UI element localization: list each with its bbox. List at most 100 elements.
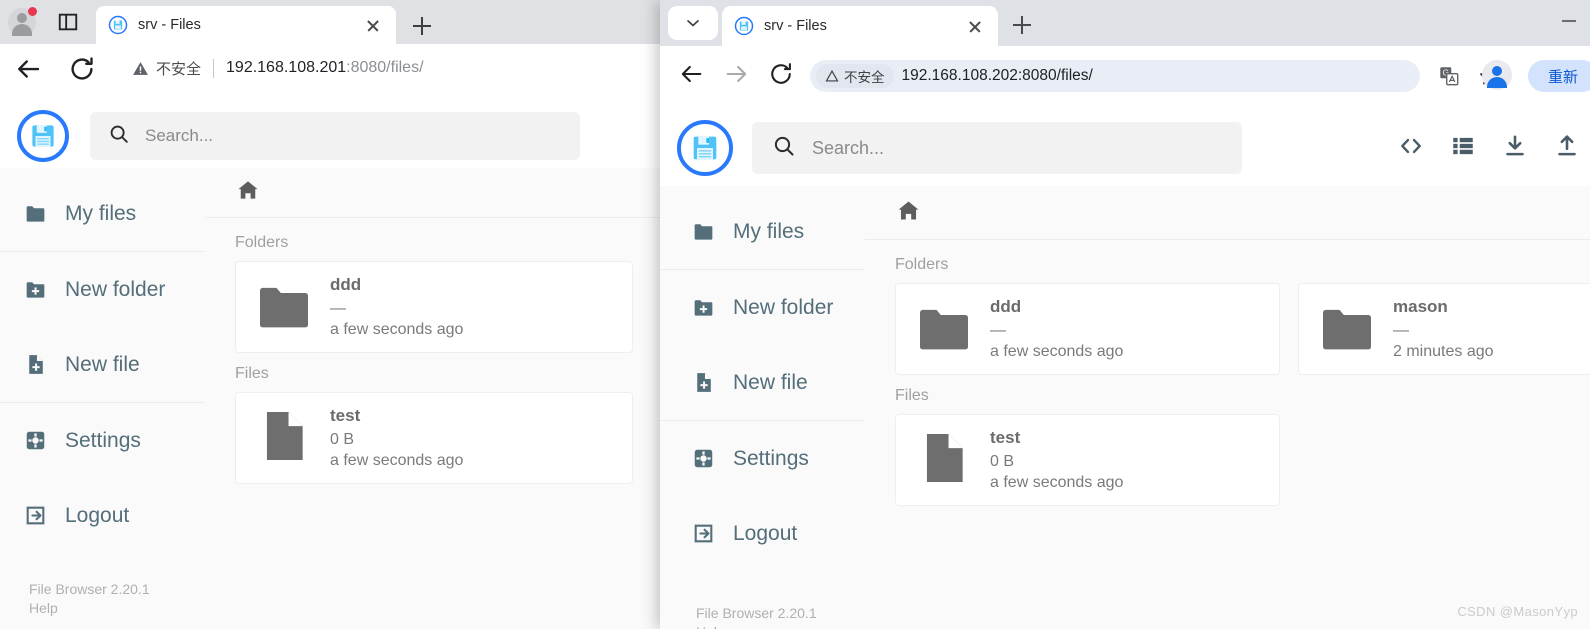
gear-icon xyxy=(22,428,48,454)
left-url-host: 192.168.108.201 xyxy=(226,59,347,76)
csdn-watermark: CSDN @MasonYyp xyxy=(1457,604,1578,619)
update-button[interactable]: 重新 xyxy=(1528,60,1590,92)
file-icon xyxy=(912,426,976,495)
profile-avatar-icon[interactable] xyxy=(1482,60,1512,90)
left-new-tab-button[interactable] xyxy=(408,12,436,40)
left-section-title-folders: Folders xyxy=(235,234,289,251)
folder-icon xyxy=(1315,295,1379,364)
screenshot-stage: srv - Files 不安全 192.168.108.201:8080/fil… xyxy=(0,0,1590,629)
right-toolbar: 不安全 192.168.108.202:8080/files/ G 重新 xyxy=(660,46,1590,103)
sidebar-label-my-files: My files xyxy=(733,219,805,243)
left-address-bar[interactable]: 不安全 192.168.108.201:8080/files/ xyxy=(122,52,660,84)
left-browser-tab[interactable]: srv - Files xyxy=(96,6,396,44)
right-folders-grid: ddd — a few seconds ago mason — 2 minute… xyxy=(895,283,1590,375)
left-breadcrumb xyxy=(205,168,660,218)
left-security-label: 不安全 xyxy=(156,60,202,78)
file-card-meta: test 0 B a few seconds ago xyxy=(990,426,1123,494)
folder-card-meta: ddd — a few seconds ago xyxy=(330,273,463,341)
file-card-meta: test 0 B a few seconds ago xyxy=(330,404,463,472)
item-modified: a few seconds ago xyxy=(990,474,1124,492)
right-browser-tab[interactable]: srv - Files xyxy=(722,6,998,46)
sidebar-item-my-files[interactable]: My files xyxy=(660,194,865,269)
item-name: test xyxy=(330,406,361,426)
left-help-link[interactable]: Help xyxy=(29,599,150,618)
left-back-button[interactable] xyxy=(12,54,44,84)
item-name: ddd xyxy=(990,297,1022,317)
right-tab-title: srv - Files xyxy=(764,18,827,34)
file-card-test[interactable]: test 0 B a few seconds ago xyxy=(895,414,1280,506)
sidebar-item-logout[interactable]: Logout xyxy=(660,496,865,571)
item-size: 0 B xyxy=(990,452,1015,470)
sidebar-label-new-folder: New folder xyxy=(65,277,166,301)
sidebar-item-new-folder[interactable]: New folder xyxy=(0,252,205,327)
floppy-disk-logo[interactable] xyxy=(677,120,733,176)
account-avatar-icon[interactable] xyxy=(8,7,37,36)
sidebar-item-settings[interactable]: Settings xyxy=(660,421,865,496)
right-search-input[interactable]: Search... xyxy=(752,122,1242,174)
sidebar-label-my-files: My files xyxy=(65,201,137,225)
search-icon xyxy=(108,123,130,150)
folder-icon xyxy=(912,295,976,364)
left-app-header: Search... xyxy=(0,92,660,168)
right-reload-button[interactable] xyxy=(766,60,796,88)
right-filebrowser-app: Search... My files New folder New file S… xyxy=(660,102,1590,629)
left-main-panel: Folders ddd — a few seconds ago Files te… xyxy=(205,168,660,629)
sidebar-item-logout[interactable]: Logout xyxy=(0,478,205,553)
left-section-title-files: Files xyxy=(235,365,269,382)
folder-plus-icon xyxy=(22,277,48,303)
sidebar-item-my-files[interactable]: My files xyxy=(0,176,205,251)
left-search-input[interactable]: Search... xyxy=(90,112,580,160)
filebrowser-favicon xyxy=(108,15,128,35)
download-icon[interactable] xyxy=(1502,133,1528,164)
folder-card-ddd[interactable]: ddd — a few seconds ago xyxy=(895,283,1280,375)
right-back-button[interactable] xyxy=(676,60,706,88)
home-icon[interactable] xyxy=(895,197,922,229)
sidebar-label-settings: Settings xyxy=(65,428,141,452)
list-view-icon[interactable] xyxy=(1450,133,1476,164)
notification-badge xyxy=(28,7,37,16)
folder-card-mason[interactable]: mason — 2 minutes ago xyxy=(1298,283,1590,375)
split-screen-icon[interactable] xyxy=(56,11,80,33)
minimize-icon[interactable] xyxy=(1562,20,1576,22)
home-icon[interactable] xyxy=(235,177,261,208)
left-sidebar: My files New folder New file Settings Lo… xyxy=(0,168,205,629)
right-security-chip[interactable]: 不安全 xyxy=(816,64,894,88)
chevron-down-icon[interactable] xyxy=(668,6,718,40)
right-tab-close-icon[interactable] xyxy=(964,15,986,37)
left-url-text: 192.168.108.201:8080/files/ xyxy=(226,59,424,77)
left-folders-grid: ddd — a few seconds ago xyxy=(235,261,660,353)
upload-icon[interactable] xyxy=(1554,133,1580,164)
left-tab-close-icon[interactable] xyxy=(362,14,384,36)
left-reload-button[interactable] xyxy=(66,54,98,84)
sidebar-item-settings[interactable]: Settings xyxy=(0,403,205,478)
avatar-head xyxy=(17,13,27,23)
left-url-path: :8080/files/ xyxy=(346,59,424,76)
right-sidebar: My files New folder New file Settings Lo… xyxy=(660,186,865,629)
right-action-bar xyxy=(1372,126,1580,170)
right-address-bar[interactable]: 不安全 192.168.108.202:8080/files/ xyxy=(810,60,1420,92)
right-breadcrumb xyxy=(865,186,1590,240)
right-sidebar-group-account: Settings Logout xyxy=(660,421,865,571)
sidebar-label-settings: Settings xyxy=(733,446,809,470)
left-tab-strip: srv - Files xyxy=(0,0,660,44)
floppy-disk-logo[interactable] xyxy=(17,110,69,162)
right-sidebar-group-files: My files xyxy=(660,194,865,270)
left-listing: Folders ddd — a few seconds ago Files te… xyxy=(205,218,660,484)
item-size: — xyxy=(990,321,1006,339)
right-new-tab-button[interactable] xyxy=(1008,11,1036,39)
folder-card-ddd[interactable]: ddd — a few seconds ago xyxy=(235,261,633,353)
right-help-link[interactable]: Help xyxy=(696,623,817,629)
left-tab-title: srv - Files xyxy=(138,17,201,33)
folder-card-meta: ddd — a few seconds ago xyxy=(990,295,1123,363)
sidebar-item-new-file[interactable]: New file xyxy=(0,327,205,402)
code-brackets-icon[interactable] xyxy=(1398,133,1424,164)
folder-icon xyxy=(252,273,316,342)
translate-icon[interactable]: G xyxy=(1432,59,1466,93)
sidebar-item-new-file[interactable]: New file xyxy=(660,345,865,420)
filebrowser-favicon xyxy=(734,16,754,36)
avatar-body xyxy=(12,24,32,36)
right-forward-button[interactable] xyxy=(722,60,752,88)
sidebar-item-new-folder[interactable]: New folder xyxy=(660,270,865,345)
file-card-test[interactable]: test 0 B a few seconds ago xyxy=(235,392,633,484)
left-browser-window: srv - Files 不安全 192.168.108.201:8080/fil… xyxy=(0,0,660,629)
